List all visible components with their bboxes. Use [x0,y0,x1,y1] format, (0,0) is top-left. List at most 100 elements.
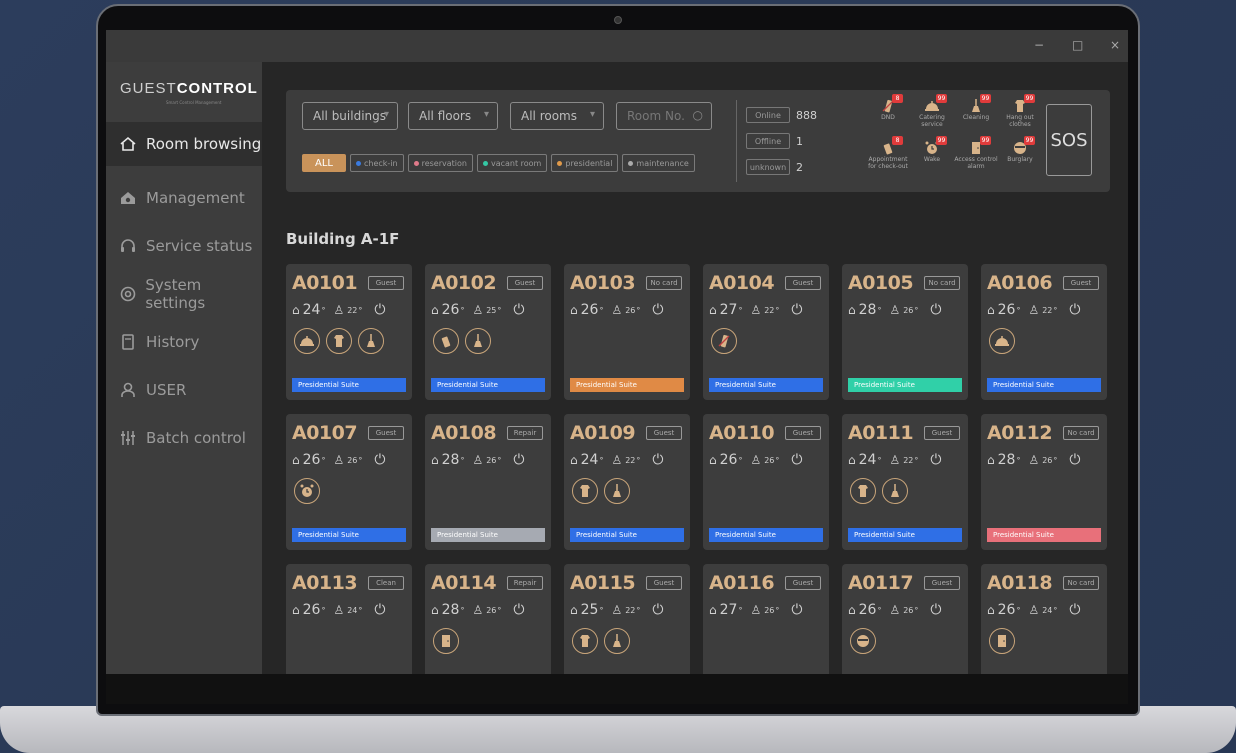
setpoint-icon: ♙ [750,603,762,617]
thermometer-icon: ⌂ [848,303,856,317]
power-icon[interactable]: ⏻ [930,302,941,318]
sidebar-item-history[interactable]: History [106,320,262,364]
building-dropdown[interactable]: All buildings ▾ [302,102,398,130]
setpoint-icon: ♙ [611,603,623,617]
room-number: A0108 [431,422,497,444]
power-icon[interactable]: ⏻ [1069,602,1080,618]
power-icon[interactable]: ⏻ [1069,452,1080,468]
stat-online-label[interactable]: Online [746,107,790,123]
stat-unknown-value: 2 [796,160,803,174]
power-icon[interactable]: ⏻ [652,602,663,618]
room-card[interactable]: A0116 Guest ⌂ 27 ° ♙ 26 ° ⏻ [703,564,829,674]
minimize-button[interactable]: − [1034,38,1044,52]
setpoint-icon: ♙ [889,603,901,617]
power-icon[interactable]: ⏻ [513,602,524,618]
power-icon[interactable]: ⏻ [791,302,802,318]
power-icon[interactable]: ⏻ [374,452,385,468]
power-icon[interactable]: ⏻ [652,302,663,318]
sidebar-item-management[interactable]: Management [106,176,262,220]
alert-wake[interactable]: 99 Wake [910,136,954,163]
power-icon[interactable]: ⏻ [513,302,524,318]
degree-symbol: ° [738,455,743,465]
room-temps: ⌂ 28 ° ♙ 26 ° ⏻ [431,452,524,468]
maximize-button[interactable]: □ [1072,38,1083,52]
broom-icon [465,328,491,354]
power-icon[interactable]: ⏻ [374,302,385,318]
alert-label: Cleaning [962,114,990,121]
filter-chip-all[interactable]: ALL [302,154,346,172]
room-card[interactable]: A0108 Repair ⌂ 28 ° ♙ 26 ° ⏻ Presidential Suite [425,414,551,550]
room-service-icons [572,478,630,504]
sos-button[interactable]: SOS [1046,104,1092,176]
degree-symbol: ° [321,455,326,465]
room-card[interactable]: A0102 Guest ⌂ 26 ° ♙ 25 ° ⏻ Presidential Suite [425,264,551,400]
power-icon[interactable]: ⏻ [1069,302,1080,318]
power-icon[interactable]: ⏻ [652,452,663,468]
room-card[interactable]: A0118 No card ⌂ 26 ° ♙ 24 ° ⏻ [981,564,1107,674]
room-card[interactable]: A0115 Guest ⌂ 25 ° ♙ 22 ° ⏻ [564,564,690,674]
stat-online-value: 888 [796,108,817,122]
sidebar-item-service-status[interactable]: Service status [106,224,262,268]
sidebar-item-room-browsing[interactable]: Room browsing [106,122,262,166]
room-card[interactable]: A0101 Guest ⌂ 24 ° ♙ 22 ° ⏻ Presidential Suite [286,264,412,400]
room-number: A0103 [570,272,636,294]
room-card[interactable]: A0110 Guest ⌂ 26 ° ♙ 26 ° ⏻ Presidential Suite [703,414,829,550]
sidebar-item-system-settings[interactable]: System settings [106,272,262,316]
power-icon[interactable]: ⏻ [791,602,802,618]
stat-offline-label[interactable]: Offline [746,133,790,149]
close-button[interactable]: × [1110,38,1120,52]
room-card[interactable]: A0104 Guest ⌂ 27 ° ♙ 22 ° ⏻ Presidential Suite [703,264,829,400]
room-service-icons [294,328,384,354]
room-dropdown[interactable]: All rooms ▾ [510,102,604,130]
room-card[interactable]: A0113 Clean ⌂ 26 ° ♙ 24 ° ⏻ [286,564,412,674]
degree-symbol: ° [1016,455,1021,465]
room-card[interactable]: A0112 No card ⌂ 28 ° ♙ 26 ° ⏻ Presidential Suite [981,414,1107,550]
setpoint-temperature: 22 [903,455,914,465]
room-card[interactable]: A0114 Repair ⌂ 28 ° ♙ 26 ° ⏻ [425,564,551,674]
thermometer-icon: ⌂ [570,603,578,617]
room-type-bar: Presidential Suite [709,528,823,542]
power-icon[interactable]: ⏻ [374,602,385,618]
alert-appointment-for-check-out[interactable]: 8 Appointment for check-out [866,136,910,170]
sidebar-item-label: Service status [146,237,253,255]
filter-chip-maintenance[interactable]: maintenance [622,154,695,172]
alert-burglary[interactable]: 99 Burglary [998,136,1042,163]
alert-catering-service[interactable]: 99 Catering service [910,94,954,128]
setpoint-temperature: 25 [486,305,497,315]
room-type-bar: Presidential Suite [431,378,545,392]
thief-icon [850,628,876,654]
room-service-icons [433,628,459,654]
alert-dnd[interactable]: 8 DND [866,94,910,121]
divider [736,100,737,182]
degree-symbol: ° [460,605,465,615]
alert-label: Burglary [1007,156,1033,163]
alert-access-control-alarm[interactable]: 99 Access control alarm [954,136,998,170]
power-icon[interactable]: ⏻ [930,452,941,468]
door-icon [989,628,1015,654]
room-card[interactable]: A0109 Guest ⌂ 24 ° ♙ 22 ° ⏻ Presidential Suite [564,414,690,550]
filter-chip-presidential[interactable]: presidential [551,154,619,172]
alert-cleaning[interactable]: 99 Cleaning [954,94,998,121]
alert-hang-out-clothes[interactable]: 99 Hang out clothes [998,94,1042,128]
room-card[interactable]: A0107 Guest ⌂ 26 ° ♙ 26 ° ⏻ Presidential Suite [286,414,412,550]
filter-chip-vacant-room[interactable]: vacant room [476,154,548,172]
floor-dropdown[interactable]: All floors ▾ [408,102,498,130]
degree-symbol: ° [914,605,919,615]
room-card[interactable]: A0105 No card ⌂ 28 ° ♙ 26 ° ⏻ Presidential Suite [842,264,968,400]
power-icon[interactable]: ⏻ [791,452,802,468]
sidebar-item-user[interactable]: USER [106,368,262,412]
sidebar-item-batch-control[interactable]: Batch control [106,416,262,460]
room-type-bar: Presidential Suite [570,378,684,392]
power-icon[interactable]: ⏻ [930,602,941,618]
room-card[interactable]: A0103 No card ⌂ 26 ° ♙ 26 ° ⏻ Presidential Suite [564,264,690,400]
room-card[interactable]: A0106 Guest ⌂ 26 ° ♙ 22 ° ⏻ Presidential Suite [981,264,1107,400]
cloche-icon [989,328,1015,354]
room-card[interactable]: A0117 Guest ⌂ 26 ° ♙ 26 ° ⏻ [842,564,968,674]
filter-chip-reservation[interactable]: reservation [407,154,473,172]
filter-chip-check-in[interactable]: check-in [349,154,404,172]
camera-icon [614,16,622,24]
room-search-input[interactable]: Room No. ○ [616,102,712,130]
stat-unknown-label[interactable]: unknown [746,159,790,175]
power-icon[interactable]: ⏻ [513,452,524,468]
room-card[interactable]: A0111 Guest ⌂ 24 ° ♙ 22 ° ⏻ Presidential Suite [842,414,968,550]
